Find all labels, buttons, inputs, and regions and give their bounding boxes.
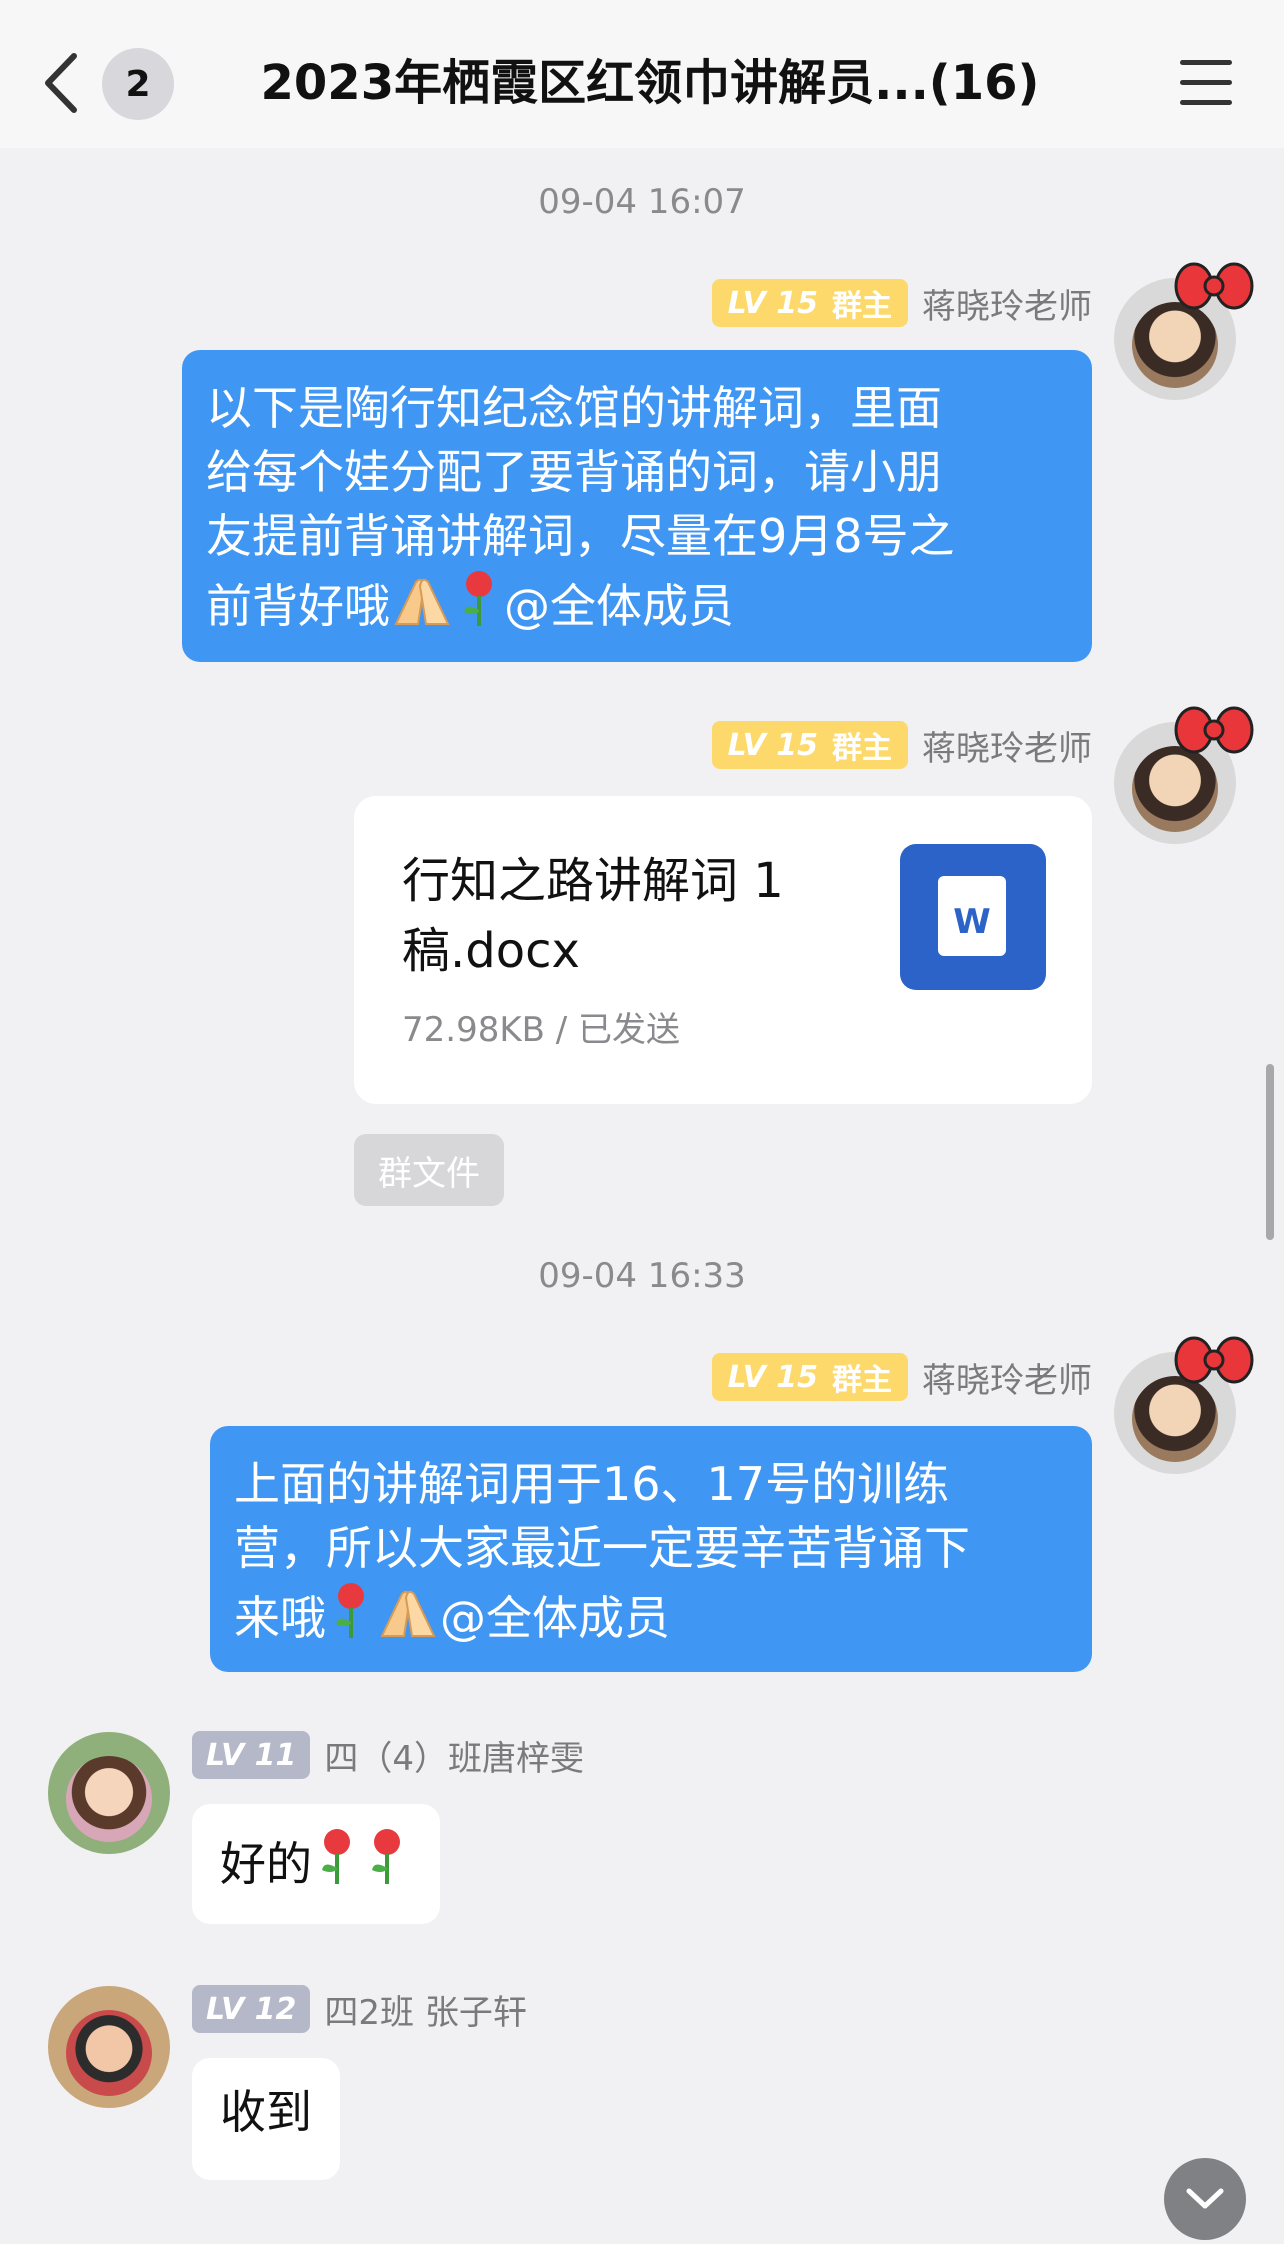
member-level-badge: LV 12 <box>192 1985 311 2033</box>
sender-meta: LV 12 四2班 张子轩 <box>192 1984 527 2034</box>
bow-icon <box>1174 1336 1254 1384</box>
timestamp: 09-04 16:33 <box>538 1256 746 1296</box>
bow-icon <box>1174 262 1254 310</box>
word-document-icon: W <box>900 844 1046 990</box>
rose-emoji-icon <box>464 571 492 626</box>
message-text: 给每个娃分配了要背诵的词，请小朋 <box>206 445 942 499</box>
owner-level-badge: LV 15 群主 <box>711 721 908 769</box>
message-text: 来哦 <box>234 1591 326 1645</box>
member-level-badge: LV 11 <box>192 1731 311 1779</box>
message-text: 营，所以大家最近一定要辛苦背诵下 <box>234 1521 970 1575</box>
mention-all[interactable]: @全体成员 <box>504 579 734 633</box>
bow-icon <box>1174 706 1254 754</box>
message-bubble[interactable]: 以下是陶行知纪念馆的讲解词，里面 给每个娃分配了要背诵的词，请小朋 友提前背诵讲… <box>182 350 1092 662</box>
chat-header: 2 2023年栖霞区红领巾讲解员...(16) <box>0 0 1284 148</box>
sender-name[interactable]: 四2班 张子轩 <box>324 1985 526 2034</box>
sender-name[interactable]: 蒋晓玲老师 <box>922 279 1092 328</box>
sender-meta: LV 15 群主 蒋晓玲老师 <box>711 720 1092 770</box>
message-bubble[interactable]: 好的 <box>192 1804 440 1924</box>
menu-icon[interactable] <box>1180 60 1232 106</box>
sender-name[interactable]: 蒋晓玲老师 <box>922 1353 1092 1402</box>
sender-name[interactable]: 四（4）班唐梓雯 <box>324 1731 584 1780</box>
back-arrow-icon[interactable] <box>40 50 84 116</box>
avatar[interactable] <box>48 1732 170 1854</box>
message-text: 以下是陶行知纪念馆的讲解词，里面 <box>206 381 942 435</box>
message-text: 好的 <box>220 1837 312 1891</box>
scroll-to-bottom-button[interactable] <box>1164 2158 1246 2240</box>
timestamp: 09-04 16:07 <box>538 182 746 222</box>
unread-count-badge[interactable]: 2 <box>102 48 174 120</box>
rose-emoji-icon <box>322 1829 350 1884</box>
avatar[interactable] <box>1114 1336 1254 1474</box>
message-text: 前背好哦 <box>206 579 390 633</box>
pray-emoji-icon <box>394 578 450 625</box>
group-file-tag[interactable]: 群文件 <box>354 1134 504 1206</box>
sender-meta: LV 15 群主 蒋晓玲老师 <box>711 278 1092 328</box>
message-text: 友提前背诵讲解词，尽量在9月8号之 <box>206 509 955 563</box>
group-title[interactable]: 2023年栖霞区红领巾讲解员...(16) <box>230 48 1070 118</box>
owner-level-badge: LV 15 群主 <box>711 279 908 327</box>
rose-emoji-icon <box>336 1583 364 1638</box>
file-card[interactable]: 行知之路讲解词 1 稿.docx 72.98KB / 已发送 W <box>354 796 1092 1104</box>
file-meta: 72.98KB / 已发送 <box>402 1010 681 1050</box>
message-text: 上面的讲解词用于16、17号的训练 <box>234 1457 950 1511</box>
avatar[interactable] <box>48 1986 170 2108</box>
avatar[interactable] <box>1114 706 1254 844</box>
mention-all[interactable]: @全体成员 <box>440 1591 670 1645</box>
sender-meta: LV 15 群主 蒋晓玲老师 <box>711 1352 1092 1402</box>
sender-name[interactable]: 蒋晓玲老师 <box>922 721 1092 770</box>
scrollbar[interactable] <box>1266 1064 1274 1240</box>
message-text: 收到 <box>220 2085 312 2139</box>
sender-meta: LV 11 四（4）班唐梓雯 <box>192 1730 584 1780</box>
message-bubble[interactable]: 收到 <box>192 2058 340 2180</box>
pray-emoji-icon <box>380 1590 436 1637</box>
owner-level-badge: LV 15 群主 <box>711 1353 908 1401</box>
message-bubble[interactable]: 上面的讲解词用于16、17号的训练 营，所以大家最近一定要辛苦背诵下 来哦 @全体… <box>210 1426 1092 1672</box>
avatar[interactable] <box>1114 262 1254 400</box>
rose-emoji-icon <box>372 1829 400 1884</box>
chevron-down-icon <box>1186 2188 1224 2209</box>
file-name: 行知之路讲解词 1 稿.docx <box>402 853 784 979</box>
